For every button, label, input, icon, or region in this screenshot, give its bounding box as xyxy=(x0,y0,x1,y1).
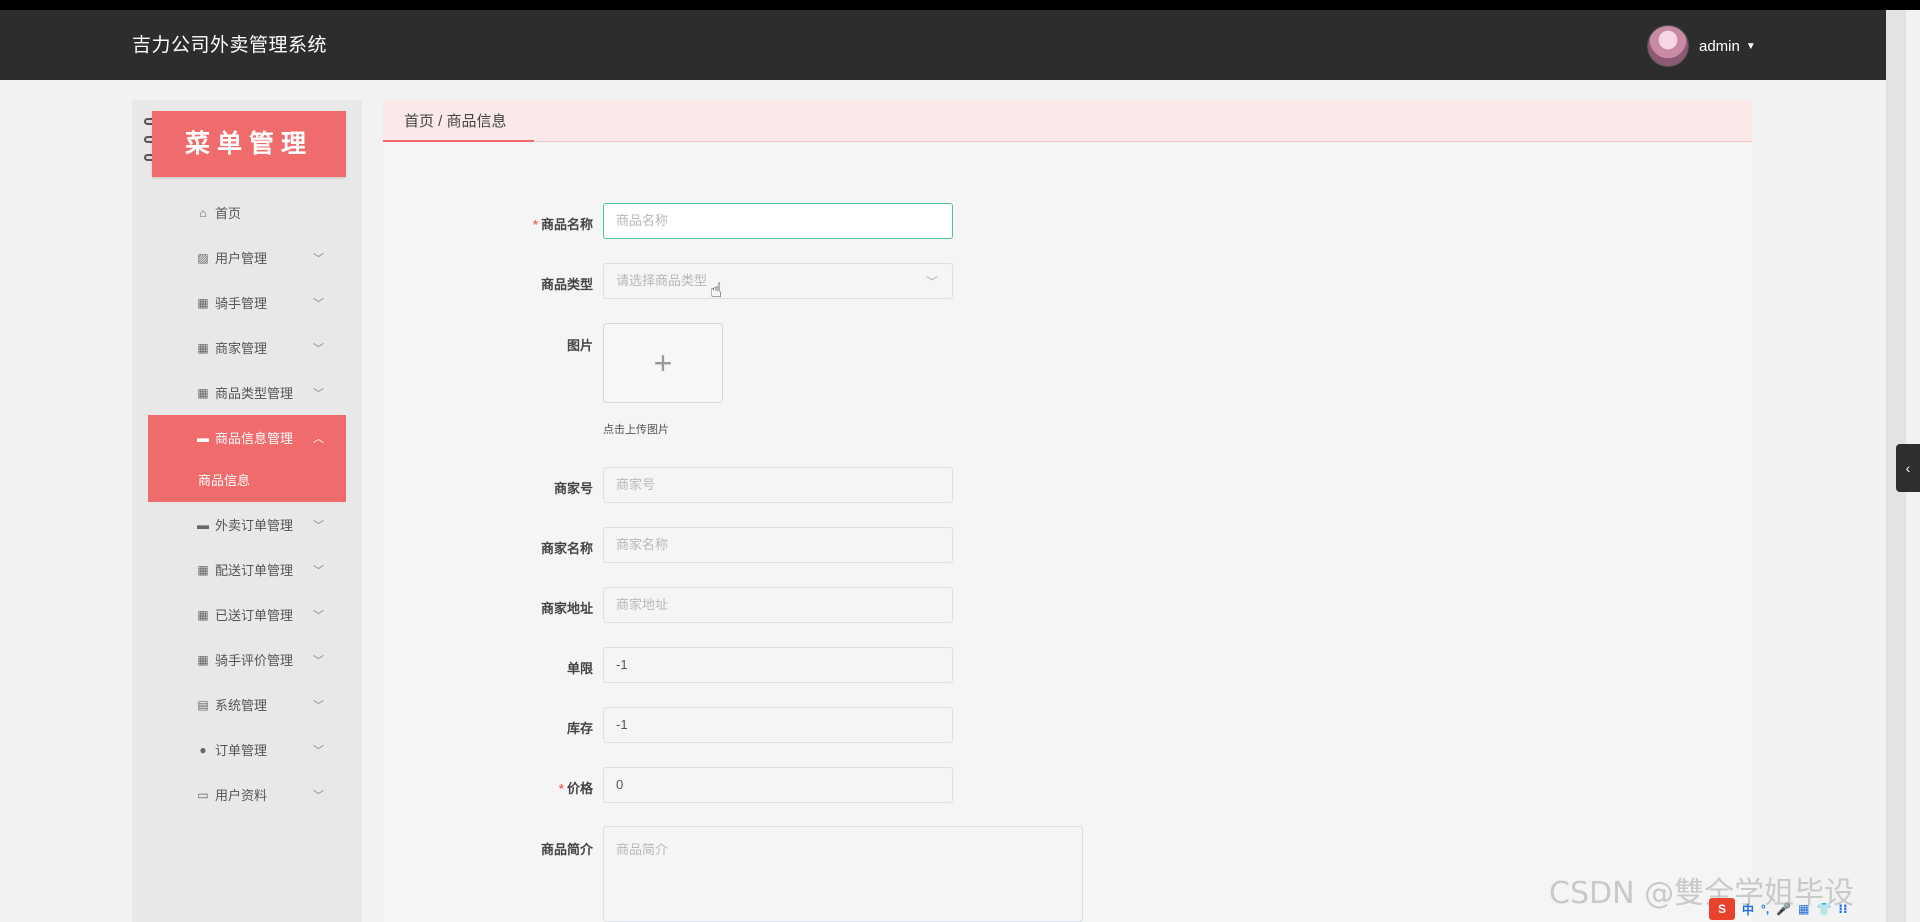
sidebar-item-label: 骑手管理 xyxy=(215,296,268,311)
sidebar-item-label: 系统管理 xyxy=(215,698,268,713)
chevron-down-icon: ﹀ xyxy=(313,744,324,757)
chevron-down-icon: ﹀ xyxy=(313,252,324,265)
chevron-down-icon[interactable]: ﹀ xyxy=(926,273,938,290)
ime-item[interactable]: ⁝⁝ xyxy=(1838,902,1847,916)
single-limit-input[interactable]: -1 xyxy=(603,647,953,683)
grid-icon: ▦ xyxy=(197,340,209,355)
sidebar-item[interactable]: ▦ 商品类型管理 ﹀ xyxy=(148,370,346,415)
location-icon: ● xyxy=(199,742,207,757)
home-icon: ⌂ xyxy=(199,205,207,220)
stock-label: 库存 xyxy=(566,721,593,736)
required-mark: * xyxy=(532,217,538,232)
grid-icon: ▦ xyxy=(197,295,209,310)
menu-banner: 菜单管理 xyxy=(152,111,346,177)
collapse-panel-icon[interactable]: ‹ xyxy=(1896,444,1920,492)
card-icon: ▭ xyxy=(197,787,209,802)
chevron-up-icon: ︿ xyxy=(313,432,324,445)
sidebar-item[interactable]: ▦ 配送订单管理 ﹀ xyxy=(148,547,346,592)
required-mark: * xyxy=(558,781,564,796)
chevron-down-icon: ﹀ xyxy=(313,297,324,310)
clipboard-icon: ▤ xyxy=(197,697,209,712)
sidebar-item-label: 首页 xyxy=(215,206,242,221)
chevron-down-icon: ﹀ xyxy=(313,342,324,355)
sogou-ime-icon[interactable]: S xyxy=(1709,898,1735,920)
price-input[interactable]: 0 xyxy=(603,767,953,803)
sidebar-item[interactable]: ● 订单管理 ﹀ xyxy=(148,727,346,772)
user-menu[interactable]: admin ▼ xyxy=(1647,24,1756,68)
merchant-name-label: 商家名称 xyxy=(540,541,593,556)
ime-item[interactable]: °, xyxy=(1761,902,1769,916)
stock-input[interactable]: -1 xyxy=(603,707,953,743)
chevron-down-icon: ﹀ xyxy=(313,609,324,622)
merchant-no-input[interactable]: 商家号 xyxy=(603,467,953,503)
sidebar-item[interactable]: ▦ 商家管理 ﹀ xyxy=(148,325,346,370)
breadcrumb-active-indicator xyxy=(383,140,534,142)
hand-cursor-icon: ☝ xyxy=(710,280,723,302)
ime-item[interactable]: ▦ xyxy=(1798,902,1809,916)
chart-icon: ▨ xyxy=(197,250,209,265)
submenu-item-product-info[interactable]: 商品信息 xyxy=(148,460,346,502)
sidebar-item-label: 订单管理 xyxy=(215,743,268,758)
sidebar-item-label: 骑手评价管理 xyxy=(215,653,294,668)
sidebar-item[interactable]: ▭ 用户资料 ﹀ xyxy=(148,772,346,817)
screen-top-edge xyxy=(0,0,1920,10)
product-name-input[interactable]: 商品名称 xyxy=(603,203,953,239)
product-name-label: * 商品名称 xyxy=(532,217,593,232)
chevron-down-icon: ﹀ xyxy=(313,654,324,667)
grid-icon: ▦ xyxy=(197,385,209,400)
sidebar-item[interactable]: ▤ 系统管理 ﹀ xyxy=(148,682,346,727)
avatar[interactable] xyxy=(1647,25,1689,67)
plus-icon: + xyxy=(653,345,673,381)
sidebar-item[interactable]: ▦ 已送订单管理 ﹀ xyxy=(148,592,346,637)
single-limit-label: 单限 xyxy=(566,661,593,676)
chevron-down-icon: ﹀ xyxy=(313,387,324,400)
app-title: 吉力公司外卖管理系统 xyxy=(132,35,328,56)
grid-icon: ▦ xyxy=(197,562,209,577)
merchant-no-label: 商家号 xyxy=(553,481,593,496)
ime-item[interactable]: 🎤 xyxy=(1776,902,1791,916)
sidebar-item[interactable]: ⌂ 首页 xyxy=(148,190,346,235)
sidebar-item-label: 商品类型管理 xyxy=(215,386,294,401)
sidebar-item-label: 商家管理 xyxy=(215,341,268,356)
merchant-address-input[interactable]: 商家地址 xyxy=(603,587,953,623)
sidebar-item-label: 商品信息管理 xyxy=(215,431,294,446)
sidebar-item[interactable]: ▬ 外卖订单管理 ﹀ xyxy=(148,502,346,547)
merchant-address-label: 商家地址 xyxy=(540,601,593,616)
intro-textarea[interactable]: 商品简介 xyxy=(603,826,1083,922)
sidebar-item[interactable]: ▨ 用户管理 ﹀ xyxy=(148,235,346,280)
ime-item[interactable]: 👕 xyxy=(1816,902,1831,916)
grid-icon: ▦ xyxy=(197,652,209,667)
product-type-label: 商品类型 xyxy=(540,277,593,292)
chevron-down-icon: ﹀ xyxy=(313,699,324,712)
breadcrumb[interactable]: 首页 / 商品信息 xyxy=(404,110,507,131)
chevron-down-icon: ﹀ xyxy=(313,789,324,802)
product-type-select[interactable]: 请选择商品类型 xyxy=(603,263,953,299)
chevron-down-icon: ﹀ xyxy=(313,519,324,532)
sidebar-item-label: 用户管理 xyxy=(215,251,268,266)
sidebar-item-label: 已送订单管理 xyxy=(215,608,294,623)
image-label: 图片 xyxy=(566,338,593,353)
sidebar-item[interactable]: ▦ 骑手管理 ﹀ xyxy=(148,280,346,325)
image-upload-button[interactable]: + xyxy=(603,323,723,403)
intro-label: 商品简介 xyxy=(540,842,593,857)
monitor-icon: ▬ xyxy=(197,517,209,532)
grid-icon: ▦ xyxy=(197,607,209,622)
sidebar-item-label: 外卖订单管理 xyxy=(215,518,294,533)
sidebar-item-label: 用户资料 xyxy=(215,788,268,803)
sidebar-item[interactable]: ▦ 骑手评价管理 ﹀ xyxy=(148,637,346,682)
caret-down-icon[interactable]: ▼ xyxy=(1746,41,1756,52)
sidebar-item[interactable]: ▬ 商品信息管理 ︿ xyxy=(148,415,346,460)
user-name[interactable]: admin xyxy=(1699,38,1740,55)
price-label: * 价格 xyxy=(558,781,593,796)
upload-hint: 点击上传图片 xyxy=(603,424,669,436)
chevron-down-icon: ﹀ xyxy=(313,564,324,577)
ime-toolbar[interactable]: S 中 °, 🎤 ▦ 👕 ⁝⁝ xyxy=(1709,898,1848,920)
ime-item[interactable]: 中 xyxy=(1742,901,1754,918)
document-icon: ▬ xyxy=(197,430,209,445)
sidebar-item-label: 配送订单管理 xyxy=(215,563,294,578)
breadcrumb-bar xyxy=(383,100,1752,142)
top-navbar: 吉力公司外卖管理系统 admin ▼ xyxy=(0,10,1886,80)
merchant-name-input[interactable]: 商家名称 xyxy=(603,527,953,563)
